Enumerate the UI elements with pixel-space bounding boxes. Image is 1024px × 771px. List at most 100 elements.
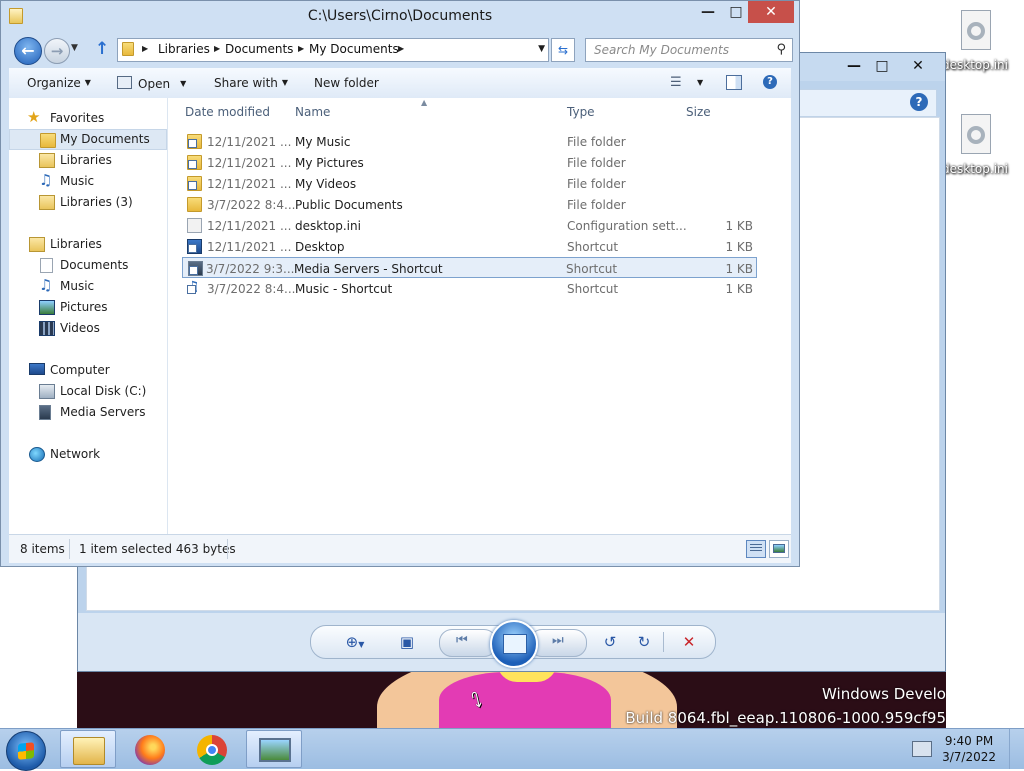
nav-item-libraries[interactable]: Libraries <box>9 234 167 255</box>
nav-item-network[interactable]: Network <box>9 444 167 465</box>
zoom-icon[interactable]: ⊕▼ <box>339 631 371 653</box>
address-bar[interactable]: ▶ Libraries ▶ Documents ▶ My Documents ▶… <box>117 38 549 62</box>
photo-viewer-controlbar: ⊕▼ ▣ ⏮ ⏭ ↺ ↻ ✕ <box>78 613 945 671</box>
config-file-icon <box>187 218 202 233</box>
breadcrumb-my-documents[interactable]: My Documents <box>309 42 399 56</box>
taskbar-file-explorer[interactable] <box>60 730 116 768</box>
rotate-right-icon[interactable]: ↻ <box>632 631 656 653</box>
file-row[interactable]: 12/11/2021 ... desktop.ini Configuration… <box>183 215 757 236</box>
nav-item-videos[interactable]: Videos <box>9 318 167 339</box>
maximize-button[interactable]: □ <box>721 1 751 23</box>
breadcrumb-separator[interactable]: ▶ <box>214 44 220 53</box>
file-row[interactable]: ♫ 3/7/2022 8:4... Music - Shortcut Short… <box>183 278 757 299</box>
file-name: My Pictures <box>295 156 364 170</box>
organize-button[interactable]: Organize ▼ <box>27 76 91 90</box>
address-dropdown[interactable]: ▼ <box>538 44 545 54</box>
nav-label: Favorites <box>50 111 105 125</box>
up-button[interactable]: ↑ <box>95 39 109 59</box>
nav-item-local-disk[interactable]: Local Disk (C:) <box>9 381 167 402</box>
taskbar: 9:40 PM 3/7/2022 <box>0 728 1024 771</box>
details-view-button[interactable] <box>746 540 766 558</box>
file-type: Configuration sett... <box>567 219 687 233</box>
desktop-icon-desktop-ini-2[interactable]: desktop.ini <box>940 114 1010 176</box>
close-button[interactable]: ✕ <box>906 57 930 75</box>
preview-pane-icon[interactable] <box>726 75 742 90</box>
new-folder-button[interactable]: New folder <box>314 76 379 90</box>
rotate-left-icon[interactable]: ↺ <box>598 631 622 653</box>
file-name: desktop.ini <box>295 219 361 233</box>
column-date-modified[interactable]: Date modified <box>185 105 270 119</box>
file-row[interactable]: 12/11/2021 ... Desktop Shortcut 1 KB <box>183 236 757 257</box>
explorer-window: C:\Users\Cirno\Documents — □ ✕ ← → ▼ ↑ ▶… <box>0 0 800 567</box>
search-input[interactable] <box>592 42 766 58</box>
file-row-selected[interactable]: 3/7/2022 9:3... Media Servers - Shortcut… <box>182 257 757 278</box>
file-name: Music - Shortcut <box>295 282 393 296</box>
column-size[interactable]: Size <box>686 105 711 119</box>
maximize-button[interactable]: □ <box>870 57 894 75</box>
breadcrumb-separator[interactable]: ▶ <box>398 44 404 53</box>
actual-size-icon[interactable]: ▣ <box>395 631 419 653</box>
music-icon: ♫ <box>39 171 53 189</box>
open-button[interactable]: Open ▼ <box>117 76 186 91</box>
file-row[interactable]: 12/11/2021 ... My Videos File folder <box>183 173 757 194</box>
refresh-button[interactable]: ⇆ <box>551 38 575 62</box>
nav-item-music[interactable]: ♫ Music <box>9 276 167 297</box>
nav-item-music-fav[interactable]: ♫ Music <box>9 171 167 192</box>
start-button[interactable] <box>6 731 46 771</box>
breadcrumb-libraries[interactable]: Libraries <box>158 42 210 56</box>
file-row[interactable]: 3/7/2022 8:4... Public Documents File fo… <box>183 194 757 215</box>
close-button[interactable]: ✕ <box>748 1 794 23</box>
media-shortcut-icon <box>188 261 203 276</box>
clock-time: 9:40 PM <box>944 734 994 748</box>
explorer-titlebar[interactable]: C:\Users\Cirno\Documents — □ ✕ <box>1 1 799 33</box>
taskbar-photo-viewer[interactable] <box>246 730 302 768</box>
nav-item-pictures[interactable]: Pictures <box>9 297 167 318</box>
slideshow-button[interactable] <box>490 620 538 668</box>
network-icon <box>29 447 45 462</box>
nav-item-media-servers[interactable]: Media Servers <box>9 402 167 423</box>
delete-icon[interactable]: ✕ <box>677 631 701 653</box>
network-tray-icon[interactable] <box>912 741 932 757</box>
organize-label: Organize <box>27 76 81 90</box>
minimize-button[interactable]: — <box>693 1 723 23</box>
divider <box>69 539 70 559</box>
nav-item-documents[interactable]: Documents <box>9 255 167 276</box>
help-icon[interactable]: ? <box>763 75 777 89</box>
nav-item-computer[interactable]: Computer <box>9 360 167 381</box>
taskbar-firefox[interactable] <box>122 730 178 768</box>
playback-controls: ⊕▼ ▣ ⏮ ⏭ ↺ ↻ ✕ <box>310 620 716 668</box>
file-row[interactable]: 12/11/2021 ... My Music File folder <box>183 131 757 152</box>
media-server-icon <box>39 405 51 420</box>
taskbar-chrome[interactable] <box>184 730 240 768</box>
breadcrumb-separator[interactable]: ▶ <box>142 44 148 53</box>
column-type[interactable]: Type <box>567 105 595 119</box>
recent-pages-dropdown[interactable]: ▼ <box>71 43 78 53</box>
nav-item-my-documents[interactable]: My Documents <box>9 129 167 150</box>
music-shortcut-icon: ♫ <box>187 279 202 295</box>
change-view-icon[interactable]: ☰ <box>670 75 682 90</box>
nav-item-libraries-3[interactable]: Libraries (3) <box>9 192 167 213</box>
share-with-button[interactable]: Share with ▼ <box>214 76 288 90</box>
help-icon[interactable]: ? <box>910 93 928 111</box>
large-icons-view-button[interactable] <box>769 540 789 558</box>
clock[interactable]: 9:40 PM 3/7/2022 <box>942 733 996 765</box>
nav-item-favorites[interactable]: ★ Favorites <box>9 108 167 129</box>
open-icon <box>117 76 132 89</box>
nav-item-libraries-fav[interactable]: Libraries <box>9 150 167 171</box>
minimize-button[interactable]: — <box>842 57 866 75</box>
file-row[interactable]: 12/11/2021 ... My Pictures File folder <box>183 152 757 173</box>
desktop-icon-desktop-ini-1[interactable]: desktop.ini <box>940 10 1010 72</box>
column-name[interactable]: Name <box>295 105 330 119</box>
view-options-dropdown[interactable]: ▼ <box>697 78 703 87</box>
search-icon[interactable]: ⚲ <box>776 42 786 57</box>
library-icon <box>29 237 45 252</box>
show-desktop-button[interactable] <box>1009 729 1024 769</box>
nav-label: Videos <box>60 321 100 335</box>
previous-button[interactable]: ⏮ <box>439 629 497 657</box>
breadcrumb-documents[interactable]: Documents <box>225 42 293 56</box>
back-button[interactable]: ← <box>14 37 42 65</box>
forward-button[interactable]: → <box>44 38 70 64</box>
breadcrumb-separator[interactable]: ▶ <box>298 44 304 53</box>
chevron-down-icon: ▼ <box>281 78 289 87</box>
search-box[interactable]: ⚲ <box>585 38 793 62</box>
